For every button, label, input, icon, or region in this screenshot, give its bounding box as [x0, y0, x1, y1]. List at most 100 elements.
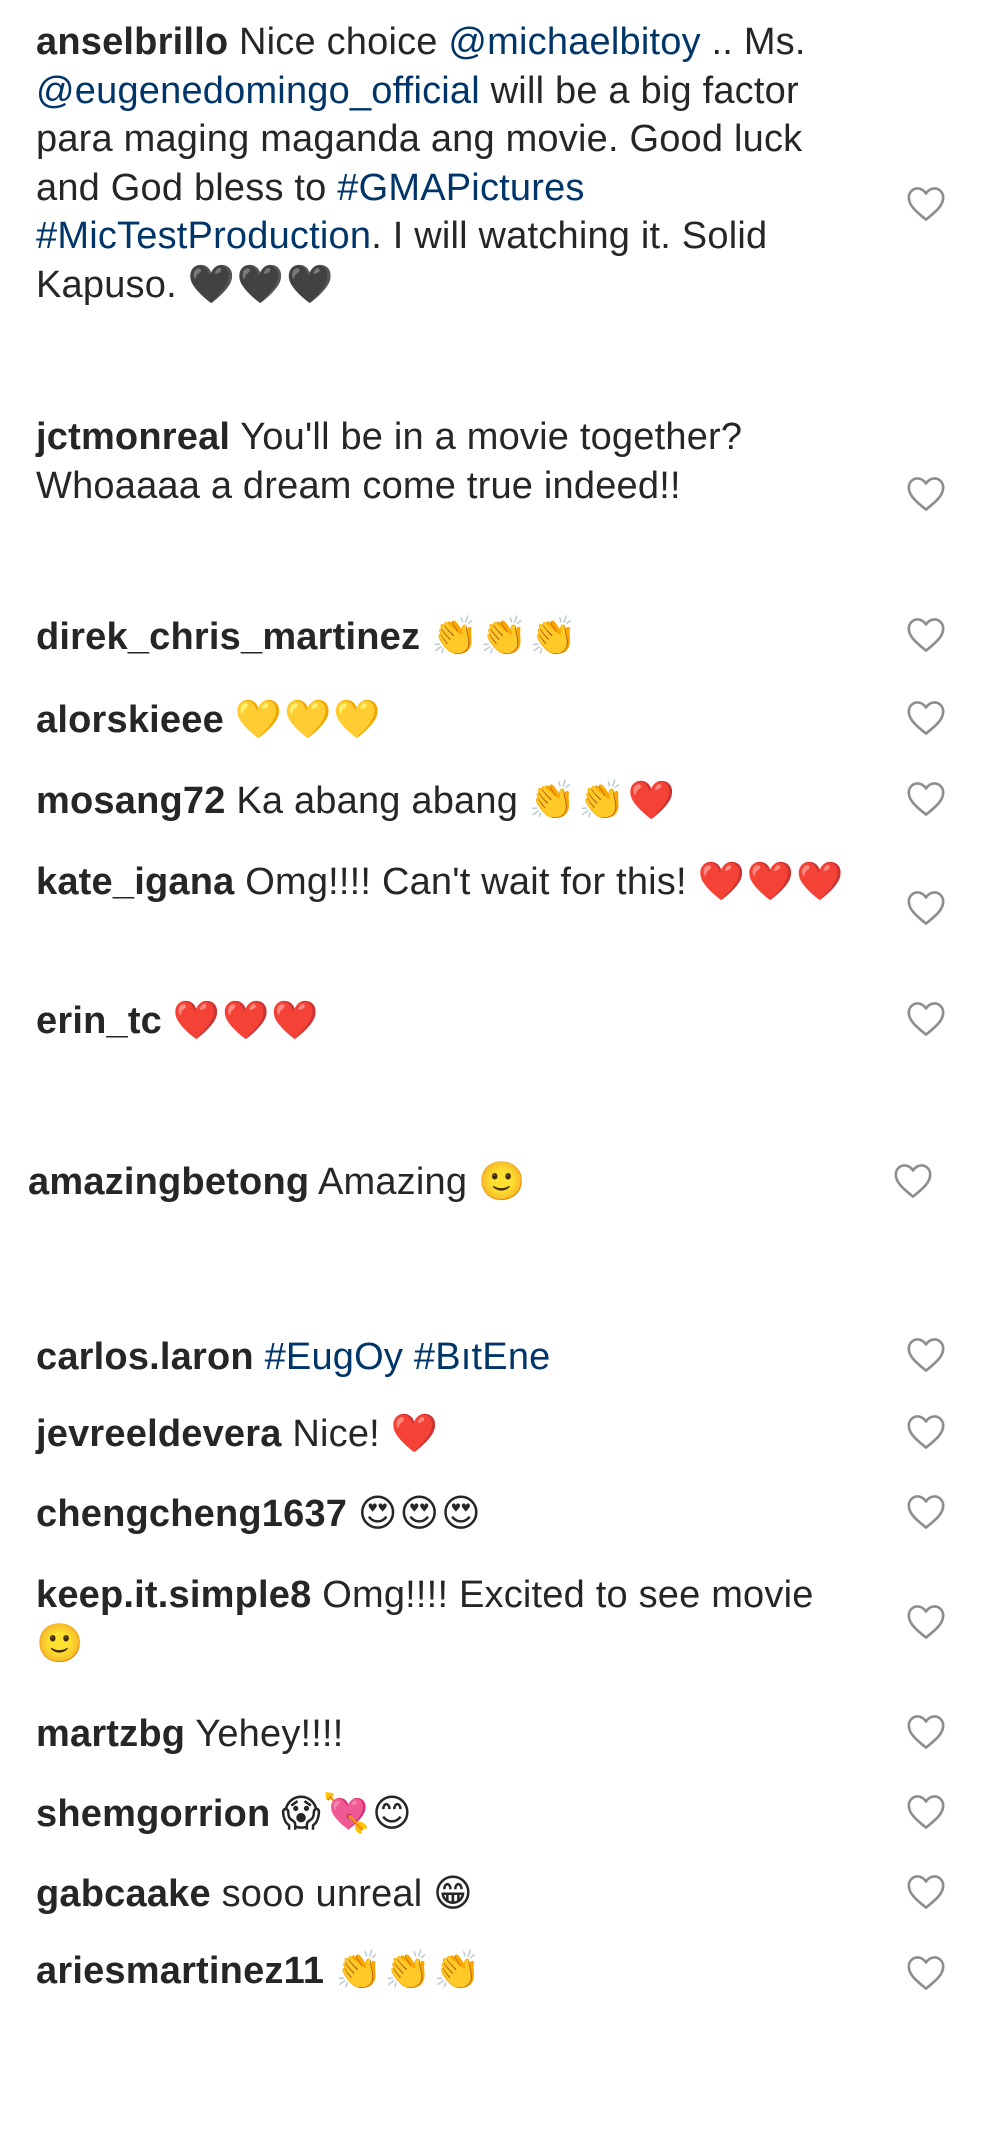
- comment-emoji: ❤️❤️❤️: [697, 861, 846, 903]
- hashtag-link[interactable]: #BıtEne: [414, 1336, 551, 1378]
- comment-text: Omg!!!! Excited to see movie: [311, 1574, 814, 1616]
- comment-item: keep.it.simple8 Omg!!!! Excited to see m…: [36, 1571, 866, 1668]
- heart-outline-icon: [907, 891, 945, 925]
- comment-item: mosang72 Ka abang abang 👏👏❤️: [36, 777, 866, 826]
- comment-item: jevreeldevera Nice! ❤️: [36, 1410, 866, 1459]
- comment-text: [254, 1336, 265, 1378]
- comment-emoji: 😁: [433, 1873, 475, 1915]
- like-button[interactable]: [906, 1494, 946, 1530]
- like-button[interactable]: [906, 1337, 946, 1373]
- mention-link[interactable]: @eugenedomingo_official: [36, 70, 480, 112]
- comment-item: carlos.laron #EugOy #BıtEne: [36, 1333, 866, 1382]
- like-button[interactable]: [906, 617, 946, 653]
- heart-outline-icon: [907, 1795, 945, 1829]
- comment-item: alorskieee 💛💛💛: [36, 696, 866, 745]
- comment-text: Yehey!!!!: [185, 1713, 344, 1755]
- comment-text: Omg!!!! Can't wait for this!: [234, 861, 698, 903]
- comment-text: Nice choice: [228, 21, 449, 63]
- heart-outline-icon: [894, 1164, 932, 1198]
- hashtag-link[interactable]: #GMAPictures: [337, 167, 584, 209]
- mention-link[interactable]: @michaelbitoy: [448, 21, 700, 63]
- comment-text: Nice!: [281, 1413, 391, 1455]
- like-button[interactable]: [906, 1414, 946, 1450]
- comment-text: Ka abang abang: [225, 780, 529, 822]
- comment-emoji: 🙂: [36, 1622, 86, 1665]
- like-button[interactable]: [906, 476, 946, 512]
- comment-username[interactable]: carlos.laron: [36, 1336, 254, 1378]
- comment-username[interactable]: mosang72: [36, 780, 226, 822]
- heart-outline-icon: [907, 782, 945, 816]
- comment-text: [403, 1336, 414, 1378]
- heart-outline-icon: [907, 1956, 945, 1990]
- comment-item: anselbrillo Nice choice @michaelbitoy ..…: [36, 18, 866, 309]
- comment-item: direk_chris_martinez 👏👏👏: [36, 613, 866, 662]
- comment-item: chengcheng1637 😍😍😍: [36, 1490, 866, 1539]
- comment-username[interactable]: amazingbetong: [28, 1161, 309, 1203]
- comment-emoji: 😍😍😍: [357, 1493, 483, 1535]
- comment-username[interactable]: kate_igana: [36, 861, 234, 903]
- heart-outline-icon: [907, 701, 945, 735]
- comment-username[interactable]: alorskieee: [36, 699, 224, 741]
- comment-username[interactable]: anselbrillo: [36, 21, 228, 63]
- like-button[interactable]: [893, 1163, 933, 1199]
- comment-username[interactable]: direk_chris_martinez: [36, 616, 420, 658]
- heart-outline-icon: [907, 1875, 945, 1909]
- like-button[interactable]: [906, 1604, 946, 1640]
- like-button[interactable]: [906, 1001, 946, 1037]
- like-button[interactable]: [906, 1714, 946, 1750]
- comment-item: martzbg Yehey!!!!: [36, 1710, 866, 1759]
- hashtag-link[interactable]: #MicTestProduction: [36, 215, 371, 257]
- comment-username[interactable]: erin_tc: [36, 1000, 162, 1042]
- comment-text: [420, 616, 431, 658]
- heart-outline-icon: [907, 187, 945, 221]
- heart-outline-icon: [907, 1415, 945, 1449]
- comment-emoji: 👏👏👏: [430, 616, 579, 658]
- comment-emoji: 🖤🖤🖤: [187, 263, 336, 306]
- comment-item: kate_igana Omg!!!! Can't wait for this! …: [36, 858, 866, 907]
- heart-outline-icon: [907, 477, 945, 511]
- like-button[interactable]: [906, 186, 946, 222]
- heart-outline-icon: [907, 1002, 945, 1036]
- comment-text: [224, 699, 235, 741]
- comment-item: gabcaake sooo unreal 😁: [36, 1870, 866, 1919]
- heart-outline-icon: [907, 1715, 945, 1749]
- comment-text: [270, 1793, 281, 1835]
- heart-outline-icon: [907, 1495, 945, 1529]
- comment-emoji: ❤️: [390, 1413, 440, 1455]
- comment-text: [324, 1950, 335, 1992]
- comment-emoji: ❤️❤️❤️: [172, 1000, 321, 1042]
- heart-outline-icon: [907, 1605, 945, 1639]
- heart-outline-icon: [907, 1338, 945, 1372]
- comment-username[interactable]: chengcheng1637: [36, 1493, 347, 1535]
- like-button[interactable]: [906, 1874, 946, 1910]
- comment-username[interactable]: keep.it.simple8: [36, 1574, 311, 1616]
- comment-item: erin_tc ❤️❤️❤️: [36, 997, 866, 1046]
- comment-emoji: 👏👏❤️: [528, 780, 677, 822]
- comment-text: Amazing: [309, 1161, 478, 1203]
- comment-username[interactable]: martzbg: [36, 1713, 185, 1755]
- like-button[interactable]: [906, 1794, 946, 1830]
- comment-username[interactable]: jctmonreal: [36, 416, 230, 458]
- like-button[interactable]: [906, 1955, 946, 1991]
- comment-text: sooo unreal: [210, 1873, 434, 1915]
- comment-emoji: 🙂: [477, 1161, 528, 1203]
- comment-item: jctmonreal You'll be in a movie together…: [36, 413, 866, 510]
- like-button[interactable]: [906, 890, 946, 926]
- like-button[interactable]: [906, 700, 946, 736]
- like-button[interactable]: [906, 781, 946, 817]
- comment-item: ariesmartinez11 👏👏👏: [36, 1947, 866, 1996]
- comment-emoji: 👏👏👏: [334, 1950, 483, 1992]
- hashtag-link[interactable]: #EugOy: [265, 1336, 404, 1378]
- comment-text: [162, 1000, 173, 1042]
- comment-username[interactable]: jevreeldevera: [36, 1413, 282, 1455]
- comment-text: [347, 1493, 358, 1535]
- comment-username[interactable]: gabcaake: [36, 1873, 211, 1915]
- comment-text: .. Ms.: [700, 21, 806, 63]
- heart-outline-icon: [907, 618, 945, 652]
- comment-username[interactable]: ariesmartinez11: [36, 1950, 324, 1992]
- comment-emoji: 😱💘😊: [281, 1793, 414, 1835]
- comment-emoji: 💛💛💛: [234, 699, 383, 741]
- comment-item: amazingbetong Amazing 🙂: [28, 1158, 858, 1207]
- comment-username[interactable]: shemgorrion: [36, 1793, 270, 1835]
- comment-item: shemgorrion 😱💘😊: [36, 1790, 866, 1839]
